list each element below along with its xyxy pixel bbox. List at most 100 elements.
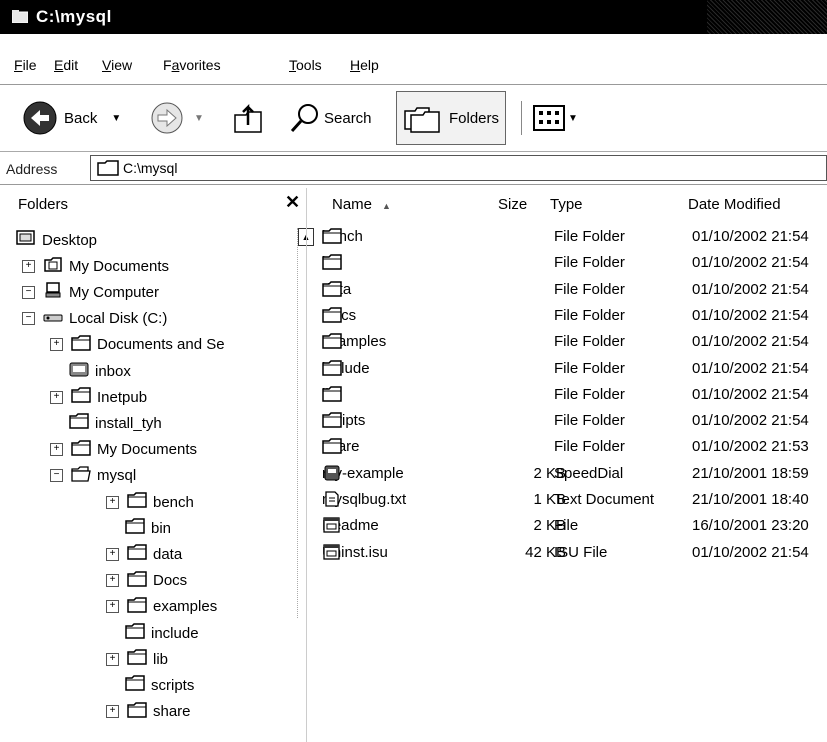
folder-icon [71,387,91,403]
menu-edit[interactable]: Edit [54,57,78,73]
forward-dropdown-icon[interactable]: ▼ [194,113,204,124]
expand-icon[interactable]: + [106,652,119,666]
file-list-row[interactable]: bin File Folder 01/10/2002 21:54 [322,254,827,278]
tree-item[interactable]: + bench [106,490,194,514]
file-list-row[interactable]: scripts File Folder 01/10/2002 21:54 [322,412,827,436]
folder-icon [127,570,147,587]
menu-bar: File Edit View Favorites Tools Help [0,34,827,85]
tree-item[interactable]: bin [106,516,171,540]
expand-icon[interactable]: + [50,390,63,404]
collapse-icon[interactable]: − [22,285,35,299]
folder-icon [69,413,89,430]
file-list-row[interactable]: include File Folder 01/10/2002 21:54 [322,360,827,384]
file-name-cell[interactable]: mysqlbug.txt [322,491,406,508]
tree-item[interactable]: + My Documents [22,254,169,278]
expand-icon[interactable]: + [106,574,119,588]
file-list-row[interactable]: Uninst.isu 42 KB ISU File 01/10/2002 21:54 [322,544,827,568]
file-name-cell[interactable]: lib [322,386,342,403]
tree-item[interactable]: include [106,621,199,645]
file-date-modified: 01/10/2002 21:54 [692,543,809,561]
close-icon[interactable]: ✕ [285,192,300,213]
tree-item[interactable]: + share [106,700,191,724]
toolbar: Back ▼ ▼ Search Folders ▼ [0,85,827,152]
menu-view[interactable]: View [102,57,132,73]
file-list-row[interactable]: bench File Folder 01/10/2002 21:54 [322,228,827,252]
views-button[interactable]: ▼ [532,97,578,139]
tree-item[interactable]: − mysql [50,464,136,488]
up-folder-button[interactable] [232,97,264,139]
tree-scrollbar[interactable]: ▲ [297,228,314,618]
tree-item[interactable]: − Local Disk (C:) [22,307,167,331]
tree-item[interactable]: + My Documents [50,438,197,462]
file-name-cell[interactable]: include [322,360,370,377]
folder-icon [322,228,342,244]
folder-icon [127,701,147,718]
file-size: 42 KB [525,543,566,561]
expand-icon[interactable]: + [106,600,119,614]
menu-tools[interactable]: Tools [289,57,322,73]
tree-item[interactable]: Desktop [16,228,97,252]
column-header-size[interactable]: Size [498,196,527,213]
desktop-icon [16,230,35,245]
search-button[interactable]: Search [290,97,372,139]
column-header-date-modified[interactable]: Date Modified [688,196,781,213]
file-list-row[interactable]: Readme 2 KB File 16/10/2001 23:20 [322,517,827,541]
expand-icon[interactable]: + [106,705,119,719]
file-date-modified: 01/10/2002 21:54 [692,412,809,430]
file-name-cell[interactable]: Uninst.isu [322,544,388,561]
file-name-cell[interactable]: scripts [322,412,365,429]
column-header-type[interactable]: Type [550,196,583,213]
window-title: C:\mysql [36,7,112,26]
file-name-cell[interactable]: examples [322,333,386,350]
file-name-cell[interactable]: bench [322,228,363,245]
tree-item[interactable]: scripts [106,673,194,697]
tree-item[interactable]: install_tyh [50,411,162,435]
menu-favorites[interactable]: Favorites [163,57,221,73]
file-list-row[interactable]: share File Folder 01/10/2002 21:53 [322,438,827,462]
expand-icon[interactable]: + [106,547,119,561]
file-name-cell[interactable]: Readme [322,517,379,534]
column-header-name[interactable]: Name ▲ [332,196,391,213]
file-list-row[interactable]: lib File Folder 01/10/2002 21:54 [322,386,827,410]
pane-splitter[interactable] [306,188,307,742]
file-name-cell[interactable]: share [322,438,360,455]
expand-icon[interactable]: + [50,443,63,457]
tree-item[interactable]: + Documents and Se [50,333,225,357]
back-button[interactable]: Back ▼ [22,97,121,139]
file-name-cell[interactable]: bin [322,254,342,271]
expand-icon[interactable]: + [22,259,35,273]
file-name-cell[interactable]: data [322,281,351,298]
tree-item[interactable]: + Inetpub [50,385,147,409]
folder-icon [322,307,342,323]
file-name-cell[interactable]: Docs [322,307,356,324]
expand-icon[interactable]: + [50,338,63,352]
file-icon [323,543,340,560]
tree-item[interactable]: − My Computer [22,280,159,304]
folder-icon [322,280,342,297]
folders-icon [404,107,440,133]
tree-item[interactable]: + examples [106,595,217,619]
tree-item[interactable]: + Docs [106,569,187,593]
file-list-row[interactable]: data File Folder 01/10/2002 21:54 [322,281,827,305]
collapse-icon[interactable]: − [22,312,35,326]
file-list-row[interactable]: examples File Folder 01/10/2002 21:54 [322,333,827,357]
file-list-row[interactable]: Docs File Folder 01/10/2002 21:54 [322,307,827,331]
address-input[interactable]: C:\mysql [90,155,827,181]
tree-item[interactable]: inbox [50,359,131,383]
folders-button[interactable]: Folders [396,91,507,145]
file-list-row[interactable]: mysqlbug.txt 1 KB Text Document 21/10/2001 … [322,491,827,515]
tree-item[interactable]: + data [106,542,182,566]
expand-icon[interactable]: + [106,495,119,509]
inbox-icon [69,362,89,377]
tree-item[interactable]: + lib [106,647,168,671]
menu-help[interactable]: Help [350,57,379,73]
views-dropdown-icon[interactable]: ▼ [568,113,578,124]
back-dropdown-icon[interactable]: ▼ [111,113,121,124]
file-list-row[interactable]: my-example 2 KB SpeedDial 21/10/2001 18:59 [322,465,827,489]
collapse-icon[interactable]: − [50,469,63,483]
file-name-cell[interactable]: my-example [322,465,404,482]
forward-button[interactable]: ▼ [150,97,204,139]
menu-file[interactable]: File [14,57,37,73]
